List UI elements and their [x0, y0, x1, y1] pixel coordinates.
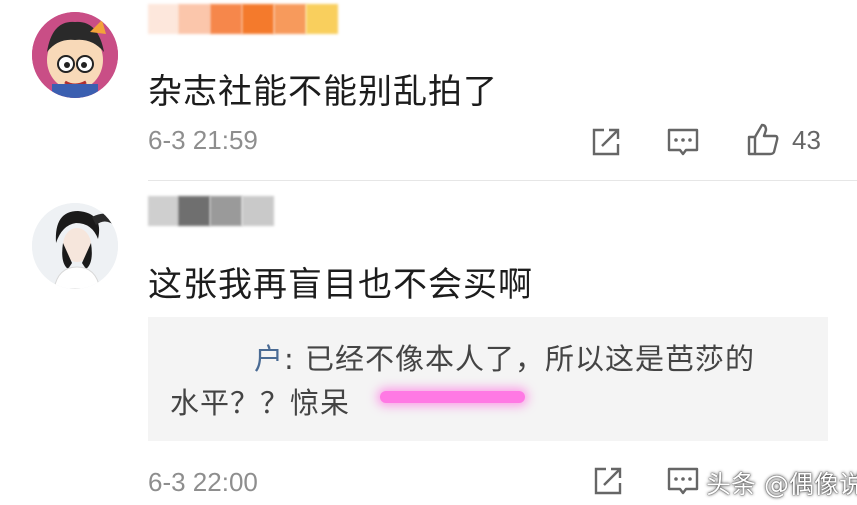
comment-timestamp: 6-3 21:59	[148, 125, 258, 155]
share-button[interactable]	[586, 122, 626, 162]
comment-button[interactable]	[663, 461, 703, 501]
watermark-account: @偶像说	[763, 470, 857, 499]
like-count: 43	[792, 125, 821, 155]
comment-item: 杂志社能不能别乱拍了 6-3 21:59 43	[0, 0, 857, 180]
share-icon	[592, 128, 620, 156]
share-icon	[594, 467, 622, 495]
avatar-cartoon-image	[32, 12, 118, 98]
username-blurred[interactable]	[148, 196, 274, 226]
comment-text: 杂志社能不能别乱拍了	[148, 72, 498, 112]
watermark: 头条 @偶像说	[706, 465, 857, 501]
watermark-source: 头条	[706, 470, 757, 499]
like-button[interactable]	[743, 120, 783, 160]
quoted-reply-line-1: 户: 已经不像本人了，所以这是芭莎的	[254, 337, 755, 381]
quoted-reply-line-2: 水平？？惊呆	[170, 386, 351, 420]
quoted-reply-user[interactable]: 户	[254, 342, 284, 376]
comment-timestamp: 6-3 22:00	[148, 467, 258, 497]
comment-icon	[667, 128, 699, 156]
thumbs-up-icon	[747, 123, 779, 156]
avatar-photo-image	[32, 203, 118, 289]
comment-icon	[667, 467, 699, 495]
quoted-reply-text: : 已经不像本人了，所以这是芭莎的	[284, 342, 756, 376]
pink-highlight-stroke	[380, 391, 525, 403]
username-blurred[interactable]	[148, 4, 338, 34]
avatar[interactable]	[32, 203, 118, 289]
avatar[interactable]	[32, 12, 118, 98]
comment-button[interactable]	[663, 122, 703, 162]
quoted-reply[interactable]: 户: 已经不像本人了，所以这是芭莎的 水平？？惊呆	[148, 317, 828, 441]
share-button[interactable]	[588, 461, 628, 501]
comment-item: 这张我再盲目也不会买啊 户: 已经不像本人了，所以这是芭莎的 水平？？惊呆 6-…	[0, 181, 857, 505]
comment-text: 这张我再盲目也不会买啊	[148, 265, 533, 305]
